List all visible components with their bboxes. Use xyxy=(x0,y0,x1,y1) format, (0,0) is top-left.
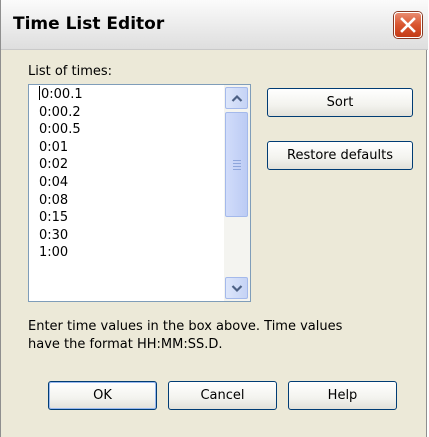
restore-defaults-button[interactable]: Restore defaults xyxy=(267,141,413,170)
window-title: Time List Editor xyxy=(13,14,165,34)
list-item[interactable]: 1:00 xyxy=(39,244,229,262)
grip-line xyxy=(233,163,241,164)
list-item[interactable]: 0:30 xyxy=(39,227,229,245)
title-bar[interactable]: Time List Editor xyxy=(1,0,428,50)
list-of-times-label: List of times: xyxy=(28,64,113,79)
grip-line xyxy=(233,166,241,167)
ok-button[interactable]: OK xyxy=(48,381,157,410)
times-listbox[interactable]: 0:00.1 0:00.2 0:00.5 0:01 0:02 0:04 0:08… xyxy=(28,84,251,302)
close-button[interactable] xyxy=(394,12,422,38)
text-caret xyxy=(39,86,40,100)
scroll-down-button[interactable] xyxy=(225,277,248,299)
list-item[interactable]: 0:15 xyxy=(39,209,229,227)
list-item[interactable]: 0:01 xyxy=(39,139,229,157)
list-item[interactable]: 0:00.1 xyxy=(39,86,229,104)
scrollbar-thumb[interactable] xyxy=(225,112,248,217)
list-item[interactable]: 0:00.2 xyxy=(39,104,229,122)
times-list[interactable]: 0:00.1 0:00.2 0:00.5 0:01 0:02 0:04 0:08… xyxy=(39,86,229,262)
instructions-line: have the format HH:MM:SS.D. xyxy=(28,337,223,352)
cancel-button[interactable]: Cancel xyxy=(168,381,277,410)
grip-line xyxy=(233,160,241,161)
list-item[interactable]: 0:08 xyxy=(39,192,229,210)
list-item[interactable]: 0:02 xyxy=(39,156,229,174)
grip-line xyxy=(233,169,241,170)
scroll-up-button[interactable] xyxy=(225,87,248,109)
sort-button[interactable]: Sort xyxy=(267,88,413,117)
vertical-scrollbar[interactable] xyxy=(224,85,250,301)
time-list-editor-window: Time List Editor List of times: 0:00.1 0… xyxy=(0,0,428,437)
list-item[interactable]: 0:04 xyxy=(39,174,229,192)
help-button[interactable]: Help xyxy=(288,381,397,410)
list-item[interactable]: 0:00.5 xyxy=(39,121,229,139)
instructions-text: Enter time values in the box above. Time… xyxy=(28,318,408,354)
instructions-line: Enter time values in the box above. Time… xyxy=(28,319,343,334)
